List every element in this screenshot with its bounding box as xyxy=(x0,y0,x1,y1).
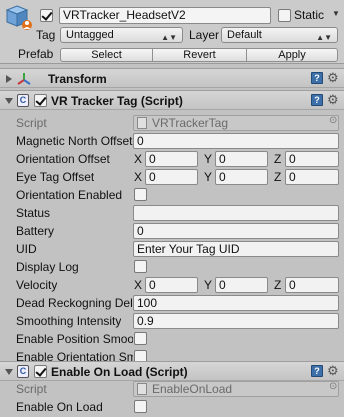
script-value: EnableOnLoad xyxy=(152,382,233,396)
orientation-enabled-checkbox[interactable] xyxy=(134,188,147,201)
active-checkbox[interactable] xyxy=(40,9,53,22)
script-file-icon xyxy=(137,117,147,129)
display-log-checkbox[interactable] xyxy=(134,260,147,273)
smoothing-intensity-field[interactable]: 0.9 xyxy=(133,313,339,329)
chevron-down-icon: ▲▼ xyxy=(161,33,177,42)
gear-icon[interactable]: ⚙ xyxy=(327,71,339,85)
prefab-label: Prefab xyxy=(18,47,54,61)
magnetic-north-field[interactable]: 0 xyxy=(133,133,339,149)
component-enabled-checkbox[interactable] xyxy=(34,94,47,107)
script-field: EnableOnLoad xyxy=(133,381,339,397)
gameobject-header: VRTracker_HeadsetV2 Static ▼ Tag Untagge… xyxy=(0,0,344,64)
velocity-label: Velocity xyxy=(16,278,58,292)
y-axis-label: Y xyxy=(204,152,213,166)
velocity-y-field[interactable]: 0 xyxy=(215,277,268,293)
enable-position-smoothing-checkbox[interactable] xyxy=(134,332,147,345)
y-axis-label: Y xyxy=(204,170,213,184)
script-icon: C xyxy=(17,365,29,378)
eye-tag-offset-y-field[interactable]: 0 xyxy=(215,169,268,185)
component-enabled-checkbox[interactable] xyxy=(34,365,47,378)
gear-icon[interactable]: ⚙ xyxy=(327,93,339,107)
display-log-label: Display Log xyxy=(16,260,79,274)
status-label: Status xyxy=(16,206,51,220)
status-field[interactable] xyxy=(133,205,339,221)
chevron-down-icon: ▲▼ xyxy=(316,33,332,42)
prefab-apply-button[interactable]: Apply xyxy=(246,48,338,62)
uid-label: UID xyxy=(16,242,37,256)
script-icon: C xyxy=(17,94,29,107)
x-axis-label: X xyxy=(134,170,143,184)
z-axis-label: Z xyxy=(274,170,282,184)
z-axis-label: Z xyxy=(274,278,282,292)
smoothing-intensity-label: Smoothing Intensity xyxy=(16,314,122,328)
help-book-icon[interactable]: ? xyxy=(311,72,323,84)
fold-open-icon[interactable] xyxy=(5,369,13,375)
prefab-revert-button[interactable]: Revert xyxy=(152,48,247,62)
tag-label: Tag xyxy=(36,28,56,42)
enable-position-smoothing-label: Enable Position Smoot xyxy=(16,332,133,346)
vr-tracker-tag-header[interactable]: C VR Tracker Tag (Script) ? ⚙ xyxy=(0,90,344,110)
enable-on-load-checkbox[interactable] xyxy=(134,400,147,413)
tag-value: Untagged xyxy=(66,29,114,41)
script-label: Script xyxy=(16,382,47,396)
static-label: Static xyxy=(294,8,325,22)
transform-title: Transform xyxy=(48,72,107,86)
script-field: VRTrackerTag xyxy=(133,115,339,131)
prefab-select-button[interactable]: Select xyxy=(60,48,153,62)
layer-label: Layer xyxy=(189,28,220,42)
layer-dropdown[interactable]: Default ▲▼ xyxy=(221,27,338,43)
help-book-icon[interactable]: ? xyxy=(311,365,323,377)
eye-tag-offset-label: Eye Tag Offset xyxy=(16,170,95,184)
gameobject-name-field[interactable]: VRTracker_HeadsetV2 xyxy=(59,7,271,24)
orientation-offset-x-field[interactable]: 0 xyxy=(145,151,198,167)
fold-open-icon[interactable] xyxy=(5,98,13,104)
script-label: Script xyxy=(16,116,47,130)
eye-tag-offset-x-field[interactable]: 0 xyxy=(145,169,198,185)
fold-closed-icon[interactable] xyxy=(6,75,12,83)
orientation-enabled-label: Orientation Enabled xyxy=(16,188,123,202)
orientation-offset-z-field[interactable]: 0 xyxy=(285,151,339,167)
x-axis-label: X xyxy=(134,152,143,166)
gameobject-icon xyxy=(5,5,32,30)
script-file-icon xyxy=(137,383,147,395)
magnetic-north-label: Magnetic North Offset xyxy=(16,134,133,148)
dead-reckoning-field[interactable]: 100 xyxy=(133,295,339,311)
enable-on-load-header[interactable]: C Enable On Load (Script) ? ⚙ xyxy=(0,361,344,381)
velocity-x-field[interactable]: 0 xyxy=(145,277,198,293)
enable-on-load-title: Enable On Load (Script) xyxy=(51,365,188,379)
static-checkbox[interactable] xyxy=(278,9,291,22)
orientation-offset-y-field[interactable]: 0 xyxy=(215,151,268,167)
orientation-offset-label: Orientation Offset xyxy=(16,152,110,166)
static-dropdown-icon[interactable]: ▼ xyxy=(332,9,340,18)
tag-dropdown[interactable]: Untagged ▲▼ xyxy=(60,27,183,43)
battery-field[interactable]: 0 xyxy=(133,223,339,239)
x-axis-label: X xyxy=(134,278,143,292)
object-picker-icon[interactable]: ⊙ xyxy=(329,381,337,392)
layer-value: Default xyxy=(227,29,262,41)
object-picker-icon[interactable]: ⊙ xyxy=(329,115,337,126)
vr-tracker-tag-title: VR Tracker Tag (Script) xyxy=(51,94,183,108)
transform-icon xyxy=(17,73,31,85)
transform-header[interactable]: Transform ? ⚙ xyxy=(0,68,344,88)
dead-reckoning-label: Dead Reckogning Dela xyxy=(16,296,133,310)
help-book-icon[interactable]: ? xyxy=(311,94,323,106)
battery-label: Battery xyxy=(16,224,55,238)
y-axis-label: Y xyxy=(204,278,213,292)
uid-field[interactable]: Enter Your Tag UID xyxy=(133,241,339,257)
enable-on-load-label: Enable On Load xyxy=(16,400,103,414)
velocity-z-field[interactable]: 0 xyxy=(285,277,339,293)
script-value: VRTrackerTag xyxy=(152,116,229,130)
eye-tag-offset-z-field[interactable]: 0 xyxy=(285,169,339,185)
z-axis-label: Z xyxy=(274,152,282,166)
gear-icon[interactable]: ⚙ xyxy=(327,364,339,378)
